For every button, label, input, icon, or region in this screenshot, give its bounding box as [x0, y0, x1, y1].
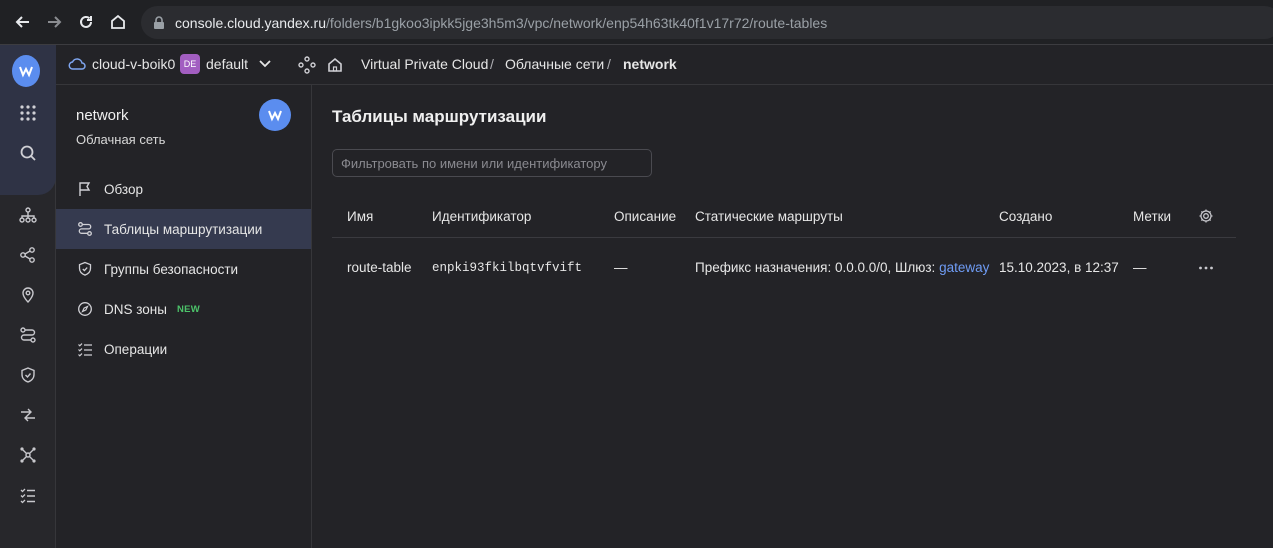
more-actions-icon[interactable] — [1198, 265, 1214, 271]
cell-labels: — — [1133, 260, 1147, 275]
browser-toolbar: console.cloud.yandex.ru/folders/b1gkoo3i… — [0, 0, 1273, 44]
breadcrumb-vpc[interactable]: Virtual Private Cloud — [361, 56, 488, 72]
breadcrumb-separator: / — [607, 56, 611, 72]
address-bar[interactable]: console.cloud.yandex.ru/folders/b1gkoo3i… — [141, 6, 1273, 39]
folder-name[interactable]: default — [206, 56, 248, 72]
filter-input[interactable] — [332, 149, 652, 177]
route-prefix-text: Префикс назначения: 0.0.0.0/0, Шлюз: — [695, 260, 936, 275]
sidebar-item-dns-zones[interactable]: DNS зоны NEW — [56, 289, 311, 329]
cloud-name[interactable]: cloud-v-boik0 — [92, 56, 175, 72]
url-host: console.cloud.yandex.ru — [175, 14, 326, 31]
breadcrumb-separator: / — [490, 56, 494, 72]
sidebar-item-security-groups[interactable]: Группы безопасности — [56, 249, 311, 289]
sidebar-item-label: Таблицы маршрутизации — [104, 221, 263, 237]
cloud-logo-button[interactable] — [12, 55, 40, 87]
sidebar-item-overview[interactable]: Обзор — [56, 169, 311, 209]
cell-created: 15.10.2023, в 12:37 — [999, 260, 1119, 275]
service-logo-icon — [259, 99, 291, 131]
cell-id: enpki93fkilbqtvfvift — [432, 261, 583, 275]
column-header-static-routes[interactable]: Статические маршруты — [695, 209, 843, 224]
cloud-icon — [68, 57, 86, 71]
column-header-id[interactable]: Идентификатор — [432, 209, 531, 224]
gear-icon[interactable] — [1198, 208, 1214, 224]
column-header-labels[interactable]: Метки — [1133, 209, 1171, 224]
transfer-arrows-icon[interactable] — [14, 401, 42, 429]
shield-icon — [76, 260, 94, 278]
compass-icon — [76, 300, 94, 318]
service-nodes-icon[interactable] — [298, 56, 316, 74]
column-header-description[interactable]: Описание — [614, 209, 676, 224]
network-topology-icon[interactable] — [14, 201, 42, 229]
chevron-down-icon[interactable] — [259, 59, 271, 69]
sidebar-title: network — [76, 107, 129, 124]
list-check-icon[interactable] — [14, 481, 42, 509]
sidebar-item-label: DNS зоны — [104, 301, 167, 317]
url-path: /folders/b1gkoo3ipkk5jge3h5m3/vpc/networ… — [326, 14, 828, 31]
page-title: Таблицы маршрутизации — [332, 107, 547, 126]
sidebar-subtitle: Облачная сеть — [76, 132, 166, 147]
reload-icon[interactable] — [71, 7, 101, 37]
share-nodes-icon[interactable] — [14, 241, 42, 269]
route-icon — [76, 220, 94, 238]
shield-icon[interactable] — [14, 361, 42, 389]
home-icon[interactable] — [326, 56, 344, 74]
list-check-icon — [76, 340, 94, 358]
location-pin-icon[interactable] — [14, 281, 42, 309]
breadcrumb-networks[interactable]: Облачные сети — [505, 56, 604, 72]
folder-badge: DE — [180, 54, 200, 74]
route-icon[interactable] — [14, 321, 42, 349]
network-sidebar: network Облачная сеть Обзор Таблицы марш… — [56, 85, 312, 548]
column-header-name[interactable]: Имя — [347, 209, 373, 224]
new-badge: NEW — [176, 303, 201, 315]
column-header-created[interactable]: Создано — [999, 209, 1052, 224]
hub-nodes-icon[interactable] — [14, 441, 42, 469]
back-arrow-icon[interactable] — [8, 7, 38, 37]
service-rail — [0, 45, 56, 548]
all-services-grid-icon[interactable] — [14, 99, 42, 127]
search-icon[interactable] — [14, 139, 42, 167]
home-icon[interactable] — [103, 7, 133, 37]
cell-description: — — [614, 260, 628, 275]
cell-name[interactable]: route-table — [347, 260, 412, 275]
lock-icon — [153, 15, 165, 30]
console-header: cloud-v-boik0 DE default Virtual Private… — [56, 45, 1273, 85]
sidebar-item-operations[interactable]: Операции — [56, 329, 311, 369]
main-content: Таблицы маршрутизации Имя Идентификатор … — [312, 85, 1273, 548]
breadcrumb-current: network — [623, 56, 677, 72]
forward-arrow-icon[interactable] — [39, 7, 69, 37]
header-divider — [332, 237, 1236, 238]
cloud-logo-icon — [12, 55, 40, 87]
cell-static-routes: Префикс назначения: 0.0.0.0/0, Шлюз: gat… — [695, 260, 989, 275]
sidebar-item-label: Обзор — [104, 181, 143, 197]
sidebar-item-label: Группы безопасности — [104, 261, 239, 277]
sidebar-item-route-tables[interactable]: Таблицы маршрутизации — [56, 209, 311, 249]
flag-icon — [76, 180, 94, 198]
gateway-link[interactable]: gateway — [939, 260, 989, 275]
sidebar-item-label: Операции — [104, 341, 168, 357]
